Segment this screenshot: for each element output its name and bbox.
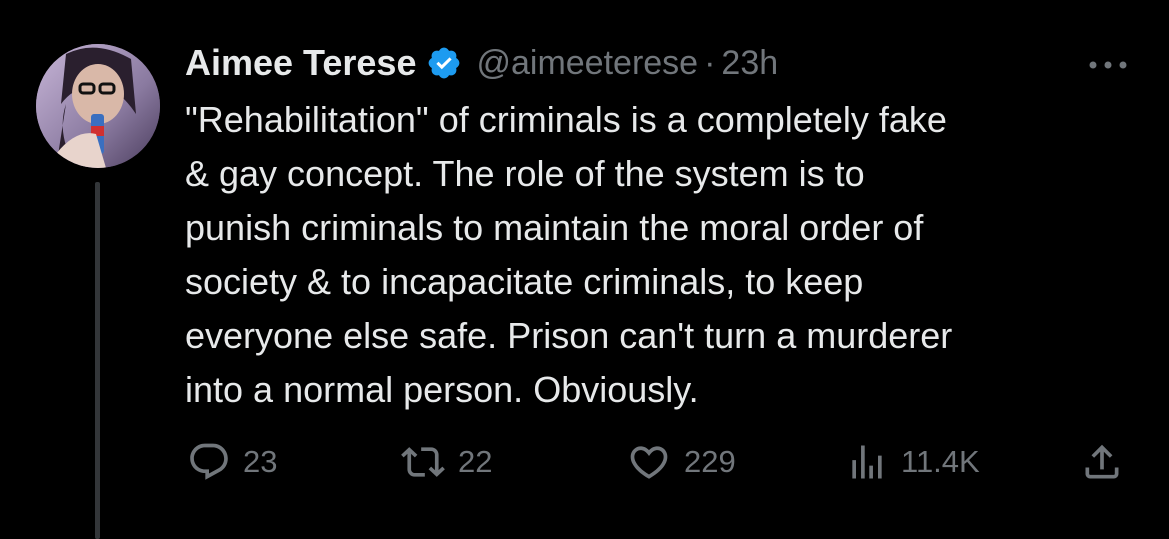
separator-dot: · <box>704 43 716 82</box>
like-count: 229 <box>684 444 736 479</box>
avatar-image <box>36 44 160 168</box>
reply-button[interactable]: 23 <box>187 440 277 484</box>
tweet-text-line: & gay concept. The role of the system is… <box>185 153 865 194</box>
tweet-text-line: everyone else safe. Prison can't turn a … <box>185 315 953 356</box>
heart-icon <box>626 440 672 484</box>
share-button[interactable] <box>1080 440 1124 484</box>
share-icon <box>1080 440 1124 484</box>
reply-count: 23 <box>243 444 278 479</box>
thread-line <box>95 182 100 539</box>
verified-badge-icon <box>426 45 462 81</box>
tweet-text-line: punish criminals to maintain the moral o… <box>185 207 924 248</box>
views-count: 11.4K <box>901 444 980 479</box>
tweet-header: Aimee Terese @aimeeterese · 23h <box>185 38 778 88</box>
reply-icon <box>187 440 231 484</box>
views-icon <box>845 440 889 484</box>
tweet-timestamp[interactable]: 23h <box>721 44 778 83</box>
views-button[interactable]: 11.4K <box>845 440 980 484</box>
tweet-actions: 23 22 229 11.4K <box>0 440 1169 484</box>
author-name[interactable]: Aimee Terese <box>185 42 416 84</box>
retweet-button[interactable]: 22 <box>400 440 492 484</box>
like-button[interactable]: 229 <box>626 440 736 484</box>
retweet-count: 22 <box>458 444 493 479</box>
avatar[interactable] <box>36 44 160 168</box>
more-dots-icon[interactable] <box>1087 58 1129 72</box>
tweet-text: "Rehabilitation" of criminals is a compl… <box>185 93 1145 417</box>
tweet-text-line: into a normal person. Obviously. <box>185 369 699 410</box>
author-handle[interactable]: @aimeeterese <box>476 44 698 83</box>
tweet-text-line: "Rehabilitation" of criminals is a compl… <box>185 99 947 140</box>
tweet-text-line: society & to incapacitate criminals, to … <box>185 261 864 302</box>
retweet-icon <box>400 440 446 484</box>
